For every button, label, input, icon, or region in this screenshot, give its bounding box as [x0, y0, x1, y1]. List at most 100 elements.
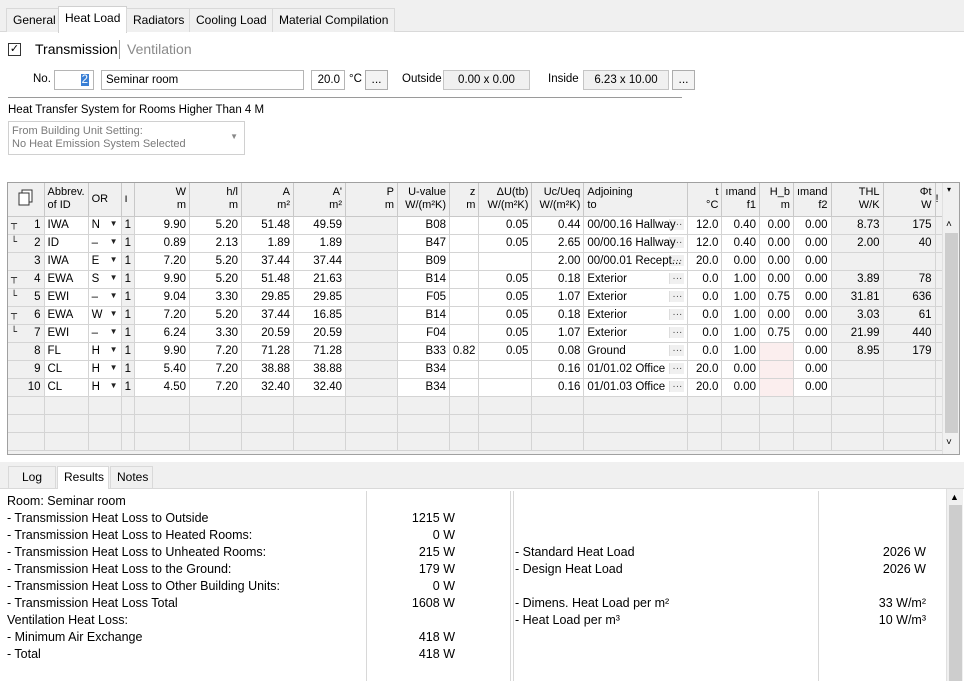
empty-cell[interactable] [189, 432, 242, 451]
cell-a[interactable]: 71.28 [241, 342, 294, 361]
transmission-label[interactable]: Transmission [35, 41, 118, 57]
cell-hb[interactable]: 0.75 [759, 324, 794, 343]
cell-hb[interactable] [759, 378, 794, 397]
tree-connector-icon[interactable]: └ [11, 237, 17, 248]
cell-adj[interactable]: ··· Exterior [583, 270, 689, 289]
cell-uc[interactable]: 0.18 [531, 270, 585, 289]
empty-cell[interactable] [241, 414, 294, 433]
cell-uc[interactable]: 0.18 [531, 306, 585, 325]
cell-p[interactable] [345, 360, 398, 379]
header-hl[interactable]: h/l m [189, 183, 242, 217]
cell-adj[interactable]: ··· Exterior [583, 288, 689, 307]
cell-p[interactable] [345, 342, 398, 361]
cell-adj[interactable]: ··· 00/00.01 Recept... [583, 252, 689, 271]
cell-f1[interactable]: 1.00 [721, 306, 760, 325]
tree-connector-icon[interactable]: └ [11, 291, 17, 302]
cell-phi[interactable]: 175 [883, 216, 936, 235]
empty-cell[interactable] [293, 396, 346, 415]
cell-abbr[interactable]: FL [44, 342, 89, 361]
table-row[interactable]: └ 2 ID ▼ –1 0.89 2.13 1.89 1.89 B47 0.05 2.65 ··· 00/… [8, 234, 945, 253]
empty-cell[interactable] [189, 414, 242, 433]
grid-scroll-thumb[interactable] [945, 233, 958, 433]
table-row[interactable]: 10 CL ▼ H 1 4.50 7.20 32.40 32.40 B34 0.16 ··· 01/01… [8, 378, 945, 397]
cell-z[interactable]: 0.82 [449, 342, 480, 361]
empty-cell[interactable] [721, 432, 760, 451]
cell-w[interactable]: 7.20 [134, 306, 190, 325]
cell-a2[interactable]: 38.88 [293, 360, 346, 379]
header-a-prime[interactable]: A' m² [293, 183, 346, 217]
cell-f2[interactable]: 0.00 [793, 270, 832, 289]
row-header[interactable]: └ 5 [8, 288, 45, 307]
tab-results[interactable]: Results [57, 466, 109, 489]
results-scroll-thumb[interactable] [949, 505, 962, 681]
cell-adj[interactable]: ··· Ground [583, 342, 689, 361]
cell-abbr[interactable]: ID [44, 234, 89, 253]
cell-f1[interactable]: 0.40 [721, 216, 760, 235]
cell-u[interactable]: B08 [397, 216, 450, 235]
empty-cell[interactable] [397, 414, 450, 433]
row-header[interactable]: 3 [8, 252, 45, 271]
header-p[interactable]: Pm [345, 183, 398, 217]
empty-cell[interactable] [8, 432, 45, 451]
empty-cell[interactable] [345, 432, 398, 451]
cell-n[interactable]: 1 [121, 378, 136, 397]
cell-hb[interactable]: 0.00 [759, 252, 794, 271]
cell-p[interactable] [345, 288, 398, 307]
cell-or[interactable]: ▼ – [88, 288, 122, 307]
cell-n[interactable]: 1 [121, 288, 136, 307]
empty-cell[interactable] [134, 414, 190, 433]
cell-f2[interactable]: 0.00 [793, 234, 832, 253]
empty-cell[interactable] [121, 432, 136, 451]
cell-p[interactable] [345, 216, 398, 235]
table-row[interactable]: └ 7 EWI ▼ –1 6.24 3.30 20.59 20.59 F04 0.05 1.07 ···… [8, 324, 945, 343]
adjoining-ellipsis-icon[interactable]: ··· [669, 327, 685, 338]
empty-cell[interactable] [345, 396, 398, 415]
cell-uc[interactable]: 1.07 [531, 288, 585, 307]
cell-hb[interactable]: 0.00 [759, 234, 794, 253]
cell-w[interactable]: 9.90 [134, 270, 190, 289]
header-uc-ueq[interactable]: Uc/Ueq W/(m²K) [531, 183, 585, 217]
header-adjoining[interactable]: Adjoining to [583, 183, 689, 217]
cell-z[interactable] [449, 216, 480, 235]
cell-t[interactable]: 0.0 [687, 342, 723, 361]
cell-w[interactable]: 9.90 [134, 216, 190, 235]
cell-thl[interactable] [831, 252, 884, 271]
table-row[interactable]: ┬ 4 EWA ▼ S 1 9.90 5.20 51.48 21.63 B14 0.05 0.18 ···… [8, 270, 945, 289]
cell-a[interactable]: 51.48 [241, 270, 294, 289]
orientation-dropdown-icon[interactable]: ▼ [110, 291, 118, 300]
row-header[interactable]: ┬ 1 [8, 216, 45, 235]
cell-h[interactable]: 5.20 [189, 252, 242, 271]
empty-cell[interactable] [478, 414, 533, 433]
cell-t[interactable]: 0.0 [687, 288, 723, 307]
cell-a2[interactable]: 71.28 [293, 342, 346, 361]
empty-cell[interactable] [241, 432, 294, 451]
cell-h[interactable]: 3.30 [189, 288, 242, 307]
cell-thl[interactable] [831, 378, 884, 397]
header-delta-u[interactable]: ΔU(tb) W/(m²K) [478, 183, 533, 217]
cell-t[interactable]: 20.0 [687, 252, 723, 271]
empty-cell[interactable] [449, 396, 480, 415]
empty-cell[interactable] [293, 432, 346, 451]
empty-cell[interactable] [793, 432, 832, 451]
orientation-dropdown-icon[interactable]: ▼ [110, 309, 118, 318]
cell-phi[interactable] [883, 252, 936, 271]
cell-u[interactable]: B14 [397, 306, 450, 325]
cell-a2[interactable]: 1.89 [293, 234, 346, 253]
cell-u[interactable]: F05 [397, 288, 450, 307]
tab-notes[interactable]: Notes [110, 466, 153, 489]
empty-cell[interactable] [121, 414, 136, 433]
cell-thl[interactable] [831, 360, 884, 379]
tab-log[interactable]: Log [8, 466, 56, 489]
cell-p[interactable] [345, 378, 398, 397]
cell-phi[interactable]: 636 [883, 288, 936, 307]
cell-abbr[interactable]: EWA [44, 270, 89, 289]
cell-thl[interactable]: 8.73 [831, 216, 884, 235]
header-z[interactable]: zm [449, 183, 480, 217]
cell-adj[interactable]: ··· 01/01.02 Office [583, 360, 689, 379]
cell-du[interactable]: 0.05 [478, 234, 533, 253]
cell-uc[interactable]: 0.16 [531, 378, 585, 397]
cell-h[interactable]: 3.30 [189, 324, 242, 343]
cell-a[interactable]: 20.59 [241, 324, 294, 343]
components-grid[interactable]: Abbrev. of ID OR ו Wm h/l m Am² A' m² Pm U-… [7, 182, 960, 455]
cell-f2[interactable]: 0.00 [793, 216, 832, 235]
